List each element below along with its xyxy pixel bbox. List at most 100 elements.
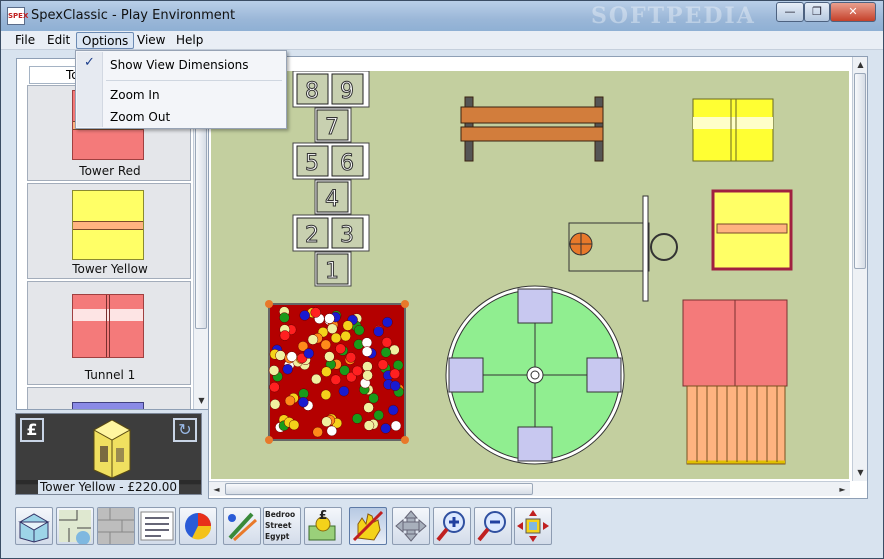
tower-red-with-slide[interactable] bbox=[682, 299, 788, 465]
ball bbox=[361, 337, 373, 348]
ball bbox=[312, 426, 323, 438]
surface-tool[interactable] bbox=[97, 507, 135, 545]
move-arrows-icon bbox=[395, 510, 427, 542]
ball bbox=[380, 423, 391, 434]
move-tool[interactable] bbox=[392, 507, 430, 545]
menu-item-zoom-in[interactable]: Zoom In bbox=[110, 88, 160, 102]
title-bar[interactable]: SPEX SpexClassic - Play Environment SOFT… bbox=[1, 1, 883, 31]
ball bbox=[352, 365, 363, 377]
ball bbox=[284, 395, 296, 407]
ball bbox=[345, 352, 357, 363]
cost-tool[interactable]: £ bbox=[304, 507, 342, 545]
watermark: SOFTPEDIA bbox=[591, 3, 756, 29]
ball bbox=[324, 313, 335, 324]
3d-view-tool[interactable] bbox=[15, 507, 53, 545]
ball bbox=[286, 351, 298, 362]
ball bbox=[311, 373, 322, 385]
tunnel-thumbnail bbox=[72, 294, 144, 358]
chart-tool[interactable] bbox=[179, 507, 217, 545]
list-tool[interactable] bbox=[138, 507, 176, 545]
window-title: SpexClassic - Play Environment bbox=[31, 8, 236, 23]
canvas-vertical-scrollbar[interactable]: ▲ ▼ bbox=[852, 57, 867, 481]
ball bbox=[282, 363, 293, 375]
menu-edit[interactable]: Edit bbox=[42, 32, 75, 49]
ball-pit[interactable] bbox=[265, 300, 409, 444]
close-button[interactable]: ✕ bbox=[830, 2, 876, 22]
ball bbox=[321, 366, 332, 377]
floor-plan-icon bbox=[59, 510, 91, 544]
app-icon[interactable]: SPEX bbox=[7, 7, 28, 25]
ball bbox=[310, 307, 321, 318]
menu-help[interactable]: Help bbox=[171, 32, 208, 49]
scroll-down-arrow[interactable]: ▼ bbox=[853, 465, 868, 480]
menu-file[interactable]: File bbox=[10, 32, 40, 49]
menu-item-zoom-out[interactable]: Zoom Out bbox=[110, 110, 170, 124]
library-item-tower-yellow[interactable]: Tower Yellow bbox=[27, 183, 191, 279]
paint-tool[interactable] bbox=[223, 507, 261, 545]
library-item-partial[interactable] bbox=[27, 387, 191, 409]
scroll-up-arrow[interactable]: ▲ bbox=[853, 57, 868, 72]
scroll-thumb[interactable] bbox=[854, 73, 866, 269]
library-item-label: Tunnel 1 bbox=[84, 368, 136, 382]
menu-options[interactable]: Options bbox=[76, 32, 135, 49]
ball bbox=[368, 392, 379, 404]
center-tool[interactable] bbox=[514, 507, 552, 545]
address-line: Street bbox=[265, 521, 292, 530]
address-line: Bedroo bbox=[265, 510, 296, 519]
paint-brush-icon bbox=[228, 512, 258, 542]
bench[interactable] bbox=[460, 96, 604, 162]
ball bbox=[389, 368, 401, 380]
ball bbox=[320, 339, 332, 351]
ball bbox=[335, 343, 346, 354]
ball bbox=[288, 419, 300, 431]
menu-view[interactable]: View bbox=[132, 32, 170, 49]
ball bbox=[362, 370, 373, 381]
ball bbox=[340, 330, 351, 342]
basketball-hoop[interactable] bbox=[568, 195, 678, 302]
options-dropdown-menu: ✓ Show View Dimensions Zoom In Zoom Out bbox=[75, 50, 287, 129]
canvas-horizontal-scrollbar[interactable]: ◄ ► bbox=[209, 481, 850, 496]
hopscotch-number: 7 bbox=[325, 115, 339, 140]
play-area-canvas[interactable]: 8 9 7 5 6 4 2 3 1 bbox=[211, 71, 849, 479]
ball bbox=[373, 409, 384, 421]
checkmark-icon: ✓ bbox=[84, 55, 95, 70]
scroll-right-arrow[interactable]: ► bbox=[835, 482, 850, 497]
scroll-thumb[interactable] bbox=[225, 483, 533, 495]
floor-plan-tool[interactable] bbox=[56, 507, 94, 545]
hopscotch-number: 8 bbox=[305, 79, 319, 104]
ball bbox=[382, 316, 393, 328]
tower-yellow-selected[interactable] bbox=[711, 189, 793, 271]
app-window: SPEX SpexClassic - Play Environment SOFT… bbox=[0, 0, 884, 559]
ball bbox=[363, 402, 374, 413]
minimize-button[interactable]: — bbox=[776, 2, 804, 22]
hand-tool[interactable] bbox=[349, 507, 387, 545]
tower-3d-preview-icon bbox=[92, 420, 132, 478]
scroll-down-arrow[interactable]: ▼ bbox=[194, 393, 208, 408]
hopscotch-number: 6 bbox=[340, 151, 354, 176]
pie-chart-icon bbox=[185, 513, 212, 540]
tower-yellow-block[interactable] bbox=[692, 98, 774, 162]
ball bbox=[279, 330, 291, 341]
zoom-out-tool[interactable] bbox=[474, 507, 512, 545]
roundabout[interactable] bbox=[445, 285, 625, 465]
zoom-in-tool[interactable] bbox=[433, 507, 471, 545]
price-button[interactable]: £ bbox=[20, 418, 44, 442]
hopscotch-number: 1 bbox=[325, 259, 339, 284]
menu-item-show-view-dimensions[interactable]: Show View Dimensions bbox=[110, 58, 249, 72]
center-target-icon bbox=[517, 510, 549, 542]
address-label-icon: Bedroo Street Egypt bbox=[265, 509, 300, 542]
money-glyph: £ bbox=[319, 508, 327, 522]
library-item-tunnel[interactable]: Tunnel 1 bbox=[27, 281, 191, 385]
ball bbox=[327, 323, 338, 334]
room-3d-icon bbox=[18, 513, 50, 543]
hopscotch-number: 9 bbox=[340, 79, 354, 104]
ball bbox=[269, 381, 280, 393]
ball bbox=[330, 374, 342, 385]
item-list-icon bbox=[140, 511, 174, 541]
address-tool[interactable]: Bedroo Street Egypt bbox=[263, 507, 301, 545]
restore-button[interactable]: ❐ bbox=[804, 2, 830, 22]
ball bbox=[324, 351, 335, 362]
ball bbox=[354, 324, 365, 336]
scroll-left-arrow[interactable]: ◄ bbox=[209, 482, 224, 497]
rotate-button[interactable]: ↻ bbox=[173, 418, 197, 442]
